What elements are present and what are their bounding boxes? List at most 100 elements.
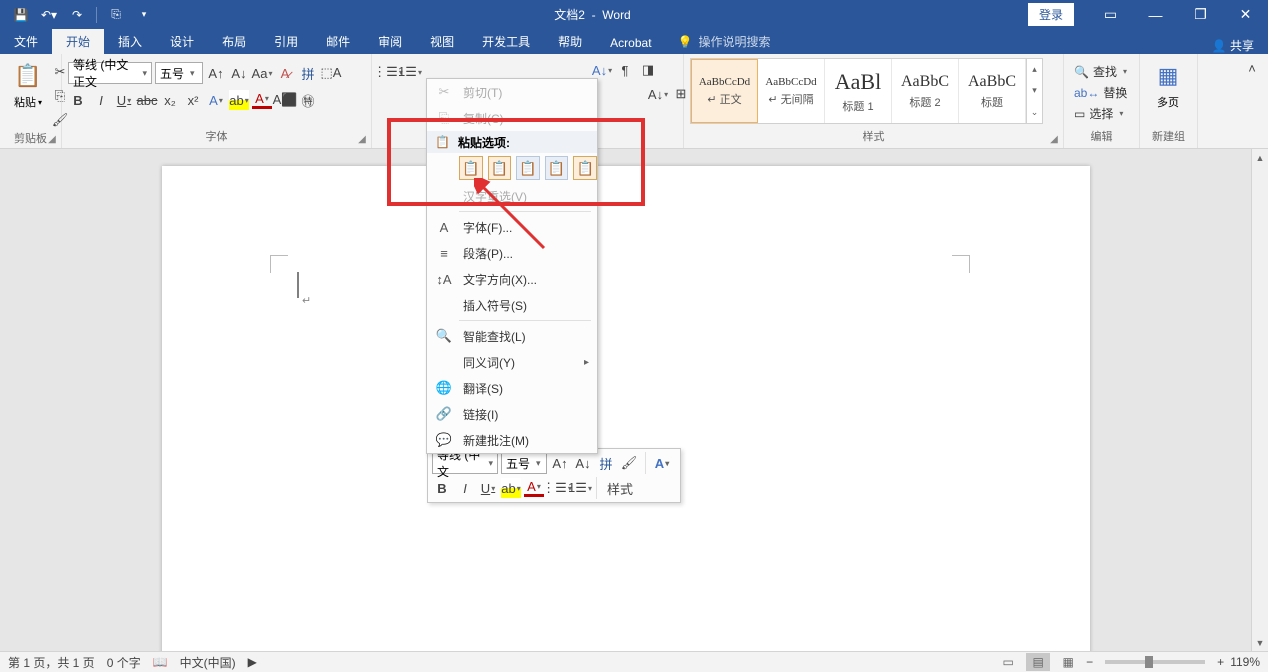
share-button[interactable]: 👤 共享 (1212, 37, 1254, 54)
ctx-textdir[interactable]: ↕A文字方向(X)... (427, 266, 597, 292)
mini-italic[interactable]: I (455, 478, 475, 498)
status-words[interactable]: 0 个字 (107, 654, 141, 671)
paste-picture-icon[interactable]: 📋 (516, 156, 540, 180)
bullets-icon[interactable]: ⋮☰ (378, 62, 398, 82)
mini-underline[interactable]: U (478, 478, 498, 498)
mini-bullets-icon[interactable]: ⋮☰ (547, 478, 567, 498)
ctx-font[interactable]: A字体(F)... (427, 214, 597, 240)
tab-insert[interactable]: 插入 (104, 29, 156, 54)
subscript-button[interactable]: x₂ (160, 90, 180, 110)
tab-help[interactable]: 帮助 (544, 29, 596, 54)
mini-format-painter-icon[interactable]: 🖌 (619, 453, 639, 473)
enclose-char-icon[interactable]: ㊕ (298, 90, 318, 110)
font-color-icon[interactable]: A (252, 92, 272, 109)
char-border-icon[interactable]: ⬚A (321, 63, 341, 83)
zoom-slider[interactable] (1105, 660, 1205, 664)
paste-keep-source-icon[interactable]: 📋 (459, 156, 483, 180)
styles-more[interactable]: ▴▾⌄ (1026, 59, 1042, 123)
vertical-scrollbar[interactable]: ▲ ▼ (1251, 149, 1268, 651)
style-title[interactable]: AaBbC 标题 (959, 59, 1026, 123)
tab-design[interactable]: 设计 (156, 29, 208, 54)
clear-format-icon[interactable]: A̷ (275, 63, 295, 83)
style-normal[interactable]: AaBbCcDd ↵ 正文 (691, 59, 758, 123)
phonetic-guide-icon[interactable]: 拼 (298, 63, 318, 83)
styles-dialog-icon[interactable]: ◢ (1047, 132, 1061, 146)
paste-keep-text-icon[interactable]: 📋 (545, 156, 569, 180)
show-marks-icon[interactable]: ¶ (615, 60, 635, 80)
tab-acrobat[interactable]: Acrobat (596, 32, 665, 54)
paste-text-only-icon[interactable]: 📋 (573, 156, 597, 180)
select-button[interactable]: ▭选择▾ (1072, 104, 1129, 123)
mini-fontcolor-icon[interactable]: A (524, 480, 544, 497)
tab-review[interactable]: 审阅 (364, 29, 416, 54)
ctx-smartfind[interactable]: 🔍智能查找(L) (427, 323, 597, 349)
multipage-button[interactable]: ▦ 多页 (1146, 58, 1190, 112)
page[interactable] (162, 166, 1090, 651)
close-icon[interactable]: ✕ (1223, 0, 1268, 29)
highlight-icon[interactable]: ab (229, 90, 249, 110)
ctx-comment[interactable]: 💬新建批注(M) (427, 427, 597, 453)
minimize-icon[interactable]: — (1133, 0, 1178, 29)
status-macro-icon[interactable]: ▶ (248, 655, 257, 669)
font-size-combo[interactable]: 五号▾ (155, 62, 203, 84)
paste-merge-icon[interactable]: 📋 (488, 156, 512, 180)
mini-highlight-icon[interactable]: ab (501, 478, 521, 498)
ctx-symbol[interactable]: 插入符号(S) (427, 292, 597, 318)
tab-view[interactable]: 视图 (416, 29, 468, 54)
undo-icon[interactable]: ↶▾ (36, 3, 62, 27)
grow-font-icon[interactable]: A↑ (206, 63, 226, 83)
tab-file[interactable]: 文件 (0, 29, 52, 54)
superscript-button[interactable]: x² (183, 90, 203, 110)
ctx-translate[interactable]: 🌐翻译(S) (427, 375, 597, 401)
shading-icon[interactable]: ◨ (638, 60, 658, 80)
mini-size-combo[interactable]: 五号▾ (501, 452, 547, 474)
border-icon[interactable]: ⊞ (671, 84, 691, 104)
mini-phonetic-icon[interactable]: 拼 (596, 453, 616, 473)
ribbon-display-icon[interactable]: ▭ (1088, 0, 1133, 29)
mini-styles-button[interactable]: 样式 (603, 478, 637, 498)
view-print-icon[interactable]: ▤ (1026, 653, 1050, 671)
text-effects-icon[interactable]: A (206, 90, 226, 110)
zoom-out-icon[interactable]: − (1086, 655, 1093, 669)
strikethrough-button[interactable]: abc (137, 90, 157, 110)
clipboard-dialog-icon[interactable]: ◢ (45, 132, 59, 146)
style-heading1[interactable]: AaBl 标题 1 (825, 59, 892, 123)
touch-mode-icon[interactable]: ⎘ (103, 3, 129, 27)
qat-more-icon[interactable]: ▾ (131, 3, 157, 27)
mini-shrink-icon[interactable]: A↓ (573, 453, 593, 473)
ctx-paragraph[interactable]: ≡段落(P)... (427, 240, 597, 266)
replace-button[interactable]: ab↔替换 (1072, 83, 1129, 102)
scroll-up-icon[interactable]: ▲ (1252, 149, 1268, 166)
ctx-synonym[interactable]: 同义词(Y)▸ (427, 349, 597, 375)
shrink-font-icon[interactable]: A↓ (229, 63, 249, 83)
redo-icon[interactable]: ↷ (64, 3, 90, 27)
tab-layout[interactable]: 布局 (208, 29, 260, 54)
mini-numbering-icon[interactable]: 1☰ (570, 478, 590, 498)
login-button[interactable]: 登录 (1028, 3, 1074, 26)
tab-developer[interactable]: 开发工具 (468, 29, 544, 54)
italic-button[interactable]: I (91, 90, 111, 110)
scroll-down-icon[interactable]: ▼ (1252, 634, 1268, 651)
tab-mailings[interactable]: 邮件 (312, 29, 364, 54)
sort-icon[interactable]: A↓ (592, 60, 612, 80)
bold-button[interactable]: B (68, 90, 88, 110)
ctx-link[interactable]: 🔗链接(I) (427, 401, 597, 427)
style-heading2[interactable]: AaBbC 标题 2 (892, 59, 959, 123)
view-read-icon[interactable]: ▭ (996, 653, 1020, 671)
mini-texteffect-icon[interactable]: A (652, 453, 672, 473)
mini-grow-icon[interactable]: A↑ (550, 453, 570, 473)
sort2-icon[interactable]: A↓ (648, 84, 668, 104)
tab-home[interactable]: 开始 (52, 29, 104, 54)
font-dialog-icon[interactable]: ◢ (355, 132, 369, 146)
status-language[interactable]: 中文(中国) (180, 654, 236, 671)
zoom-level[interactable]: 119% (1230, 655, 1260, 669)
status-proofing-icon[interactable]: 📖 (153, 655, 168, 669)
char-shading-icon[interactable]: A⬛ (275, 90, 295, 110)
change-case-icon[interactable]: Aa (252, 63, 272, 83)
underline-button[interactable]: U (114, 90, 134, 110)
tell-me-search[interactable]: 💡 操作说明搜索 (666, 29, 783, 54)
view-web-icon[interactable]: ▦ (1056, 653, 1080, 671)
find-button[interactable]: 🔍查找▾ (1072, 62, 1129, 81)
font-name-combo[interactable]: 等线 (中文正文▾ (68, 62, 152, 84)
numbering-icon[interactable]: 1☰ (400, 62, 420, 82)
